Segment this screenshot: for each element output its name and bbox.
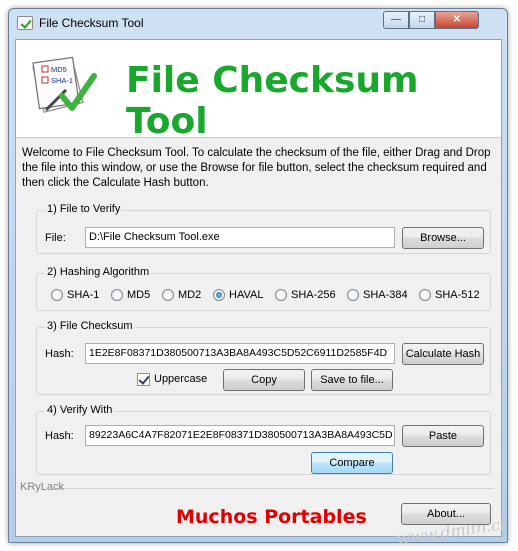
minimize-button[interactable]: —	[383, 11, 409, 29]
banner: MD5 SHA-1 File Checksum Tool	[16, 40, 501, 142]
calculate-hash-button[interactable]: Calculate Hash	[402, 343, 484, 365]
algorithm-group-label: 2) Hashing Algorithm	[45, 266, 152, 278]
logo-line-sha1: SHA-1	[51, 76, 73, 85]
radio-md5[interactable]: MD5	[111, 289, 150, 303]
radio-sha384-label: SHA-384	[363, 289, 408, 301]
verify-hash-input[interactable]: 89223A6C4A7F82071E2E8F08371D380500713A3B…	[85, 425, 395, 446]
logo-line-md5: MD5	[51, 65, 67, 74]
checksum-field-label: Hash:	[45, 348, 74, 360]
radio-sha256-label: SHA-256	[291, 289, 336, 301]
checklist-icon	[17, 16, 33, 30]
checksum-output[interactable]: 1E2E8F08371D380500713A3BA8A493C5D52C6911…	[85, 343, 395, 364]
radio-dot-icon	[213, 289, 225, 301]
radio-md2-label: MD2	[178, 289, 202, 301]
radio-sha512[interactable]: SHA-512	[419, 289, 480, 303]
intro-text: Welcome to File Checksum Tool. To calcul…	[22, 147, 491, 189]
footer-brand: KRyLack	[20, 481, 65, 493]
checksum-group-label: 3) File Checksum	[45, 320, 135, 332]
verify-field-label: Hash:	[45, 430, 74, 442]
radio-md2[interactable]: MD2	[162, 289, 201, 303]
radio-dot-icon	[111, 289, 123, 301]
radio-dot-icon	[275, 289, 287, 301]
file-field-label: File:	[45, 232, 66, 244]
promo-text: Muchos Portables	[176, 506, 367, 528]
footer-divider	[54, 488, 494, 489]
radio-haval[interactable]: HAVAL	[213, 289, 263, 303]
radio-dot-icon	[347, 289, 359, 301]
radio-md5-label: MD5	[127, 289, 151, 301]
window-title: File Checksum Tool	[39, 16, 144, 30]
save-to-file-button[interactable]: Save to file...	[311, 369, 393, 391]
verify-group: 4) Verify With Hash: 89223A6C4A7F82071E2…	[36, 404, 491, 475]
title-bar[interactable]: File Checksum Tool — □ ✕	[9, 9, 507, 37]
radio-dot-icon	[419, 289, 431, 301]
client-area: MD5 SHA-1 File Checksum Tool Welcome to …	[15, 39, 506, 549]
close-button[interactable]: ✕	[435, 11, 479, 29]
app-window: File Checksum Tool — □ ✕ MD5 SHA-1 File …	[8, 8, 508, 549]
browse-button[interactable]: Browse...	[402, 227, 484, 249]
copy-button[interactable]: Copy	[223, 369, 305, 391]
about-button[interactable]: About...	[401, 503, 491, 525]
algorithm-group: 2) Hashing Algorithm SHA-1 MD5 MD2 HAVAL…	[36, 266, 491, 311]
file-group-label: 1) File to Verify	[45, 203, 123, 215]
radio-haval-label: HAVAL	[229, 289, 264, 301]
checksum-group: 3) File Checksum Hash: 1E2E8F08371D38050…	[36, 320, 491, 395]
radio-sha512-label: SHA-512	[435, 289, 480, 301]
paste-button[interactable]: Paste	[402, 425, 484, 447]
radio-dot-icon	[51, 289, 63, 301]
radio-sha1[interactable]: SHA-1	[51, 289, 99, 303]
radio-sha384[interactable]: SHA-384	[347, 289, 408, 303]
banner-title: File Checksum Tool	[126, 60, 419, 142]
uppercase-checkbox[interactable]	[137, 373, 150, 386]
file-group: 1) File to Verify File: D:\File Checksum…	[36, 203, 491, 254]
verify-group-label: 4) Verify With	[45, 404, 115, 416]
maximize-button[interactable]: □	[409, 11, 435, 29]
uppercase-label: Uppercase	[154, 373, 208, 385]
checklist-logo-icon: MD5 SHA-1	[32, 56, 97, 113]
radio-sha1-label: SHA-1	[67, 289, 100, 301]
file-path-input[interactable]: D:\File Checksum Tool.exe	[85, 227, 395, 248]
radio-dot-icon	[162, 289, 174, 301]
compare-button[interactable]: Compare	[311, 452, 393, 474]
radio-sha256[interactable]: SHA-256	[275, 289, 336, 303]
